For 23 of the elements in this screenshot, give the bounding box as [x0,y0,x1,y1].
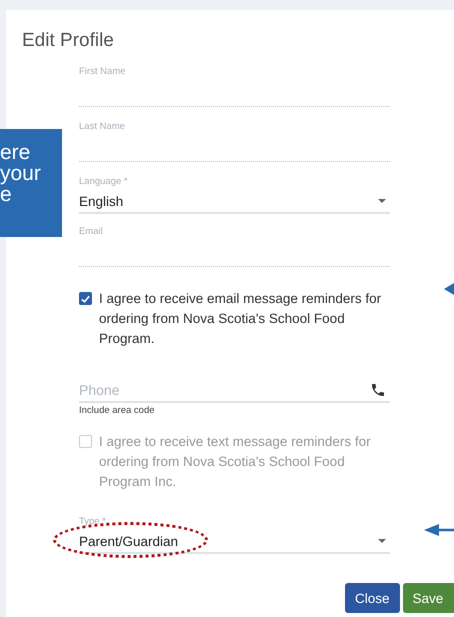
checkbox[interactable] [79,292,92,305]
caret-icon [378,199,386,203]
field-label: Last Name [79,121,126,134]
callout-text: your [0,163,41,184]
callout-text: ere [0,142,30,163]
phone-field[interactable]: Phone [79,379,390,403]
checkbox-label: I agree to receive text message reminders for ordering from Nova Scotia's School Food Program Inc. [99,433,372,491]
arrow-icon [424,523,454,537]
phone-icon [370,382,386,398]
dropdown-field[interactable]: Parent/Guardian [79,530,390,554]
caret-icon [378,539,386,543]
dropdown-field[interactable]: English [79,190,390,214]
callout-text: e [0,184,12,205]
dialog-title: Edit Profile [22,30,115,52]
field-label: Type * [79,516,107,529]
checkbox-label: I agree to receive email message reminders for ordering from Nova Scotia's School Food Program. [99,290,382,348]
save-button[interactable]: Save [402,583,454,613]
field-label: Language * [79,176,129,189]
helper-text: Include area code [79,405,156,416]
arrow-head-icon [444,283,454,295]
field-label: First Name [79,66,126,79]
field-label: Email [79,226,104,239]
close-button[interactable]: Close [345,583,400,613]
